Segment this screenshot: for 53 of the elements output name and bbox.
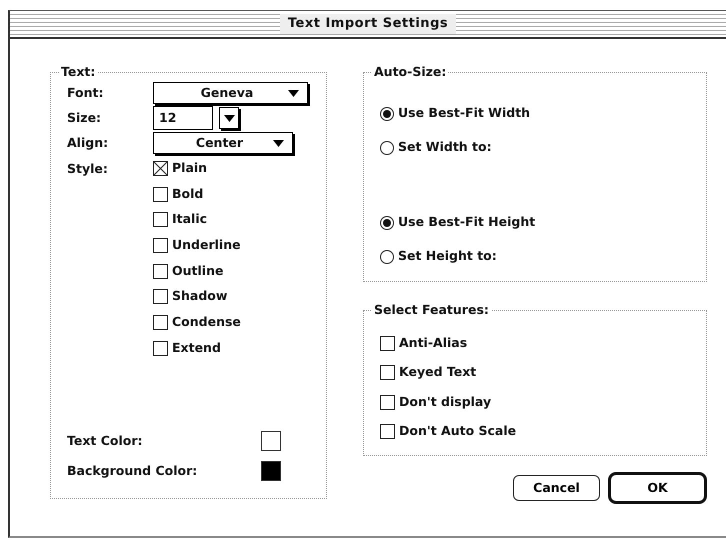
field-label: Size: bbox=[67, 108, 102, 127]
radio-label: Use Best-Fit Height bbox=[398, 213, 536, 232]
radio-button[interactable] bbox=[380, 250, 394, 264]
checkbox-label: Plain bbox=[172, 158, 208, 177]
window-title: Text Import Settings bbox=[280, 14, 456, 34]
checkbox[interactable] bbox=[153, 314, 168, 330]
caret-icon bbox=[273, 140, 284, 146]
ok-button[interactable]: OK bbox=[608, 472, 707, 504]
group-title: Auto-Size: bbox=[373, 66, 448, 78]
checkbox[interactable] bbox=[153, 340, 168, 356]
size-field[interactable]: 12 bbox=[153, 106, 213, 130]
checkbox[interactable] bbox=[153, 212, 168, 228]
checkbox-label: Outline bbox=[172, 262, 224, 280]
checkbox[interactable] bbox=[380, 424, 395, 440]
radio-button[interactable] bbox=[380, 140, 394, 154]
group-title: Select Features: bbox=[373, 304, 490, 316]
radio-button[interactable] bbox=[380, 106, 394, 120]
caret-icon bbox=[288, 90, 299, 96]
checkbox-label: Don't display bbox=[399, 392, 492, 411]
checkbox-label: Bold bbox=[172, 184, 204, 203]
color-swatch[interactable] bbox=[261, 461, 281, 481]
font-dropdown[interactable]: Geneva bbox=[153, 82, 308, 104]
checkbox[interactable] bbox=[153, 264, 168, 279]
checkbox[interactable] bbox=[380, 365, 395, 380]
checkbox-label: Condense bbox=[172, 313, 241, 332]
checkbox-label: Don't Auto Scale bbox=[399, 422, 516, 440]
checkbox[interactable] bbox=[153, 160, 168, 176]
field-label: Align: bbox=[67, 134, 110, 152]
group-title: Text: bbox=[60, 66, 96, 78]
checkbox[interactable] bbox=[153, 289, 168, 304]
color-swatch[interactable] bbox=[261, 431, 281, 451]
radio-label: Set Width to: bbox=[398, 138, 492, 156]
checkbox[interactable] bbox=[153, 186, 168, 202]
field-label: Style: bbox=[67, 160, 109, 178]
field-label: Background Color: bbox=[67, 462, 198, 480]
checkbox[interactable] bbox=[153, 238, 168, 253]
checkbox-label: Underline bbox=[172, 236, 241, 254]
field-label: Font: bbox=[67, 84, 104, 102]
radio-label: Set Height to: bbox=[398, 247, 497, 266]
checkbox-label: Italic bbox=[172, 210, 208, 228]
checkbox[interactable] bbox=[380, 336, 395, 351]
cancel-button[interactable]: Cancel bbox=[513, 475, 600, 501]
checkbox-label: Shadow bbox=[172, 287, 228, 306]
size-menu-button[interactable] bbox=[219, 107, 239, 129]
checkbox-label: Keyed Text bbox=[399, 363, 476, 382]
field-label: Text Color: bbox=[67, 432, 144, 450]
radio-button[interactable] bbox=[380, 216, 394, 230]
checkbox[interactable] bbox=[380, 394, 395, 410]
align-dropdown[interactable]: Center bbox=[153, 132, 293, 154]
radio-label: Use Best-Fit Width bbox=[398, 104, 530, 122]
checkbox-label: Anti-Alias bbox=[399, 334, 468, 352]
caret-icon bbox=[224, 114, 234, 122]
checkbox-label: Extend bbox=[172, 338, 221, 357]
